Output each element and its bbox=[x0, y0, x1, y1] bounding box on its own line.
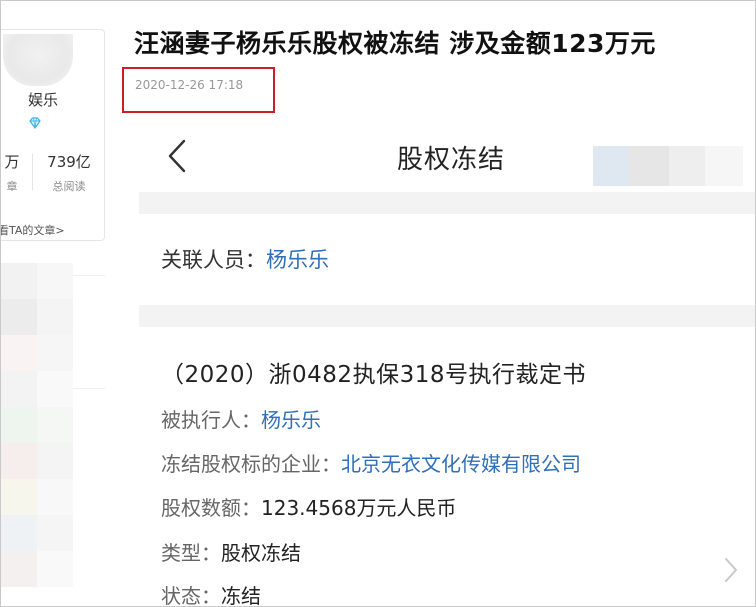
field-executed-person: 被执行人：杨乐乐 bbox=[161, 404, 321, 433]
phone-nav-title: 股权冻结 bbox=[397, 145, 506, 175]
field-label: 股权数额： bbox=[161, 496, 261, 520]
document-title: （2020）浙0482执保318号执行裁定书 bbox=[161, 362, 586, 388]
field-label: 冻结股权标的企业： bbox=[161, 452, 341, 476]
field-label: 类型： bbox=[161, 541, 221, 565]
field-equity-amount: 股权数额：123.4568万元人民币 bbox=[161, 492, 456, 521]
author-name[interactable]: 娱乐 bbox=[28, 89, 58, 110]
embedded-phone-screenshot: 股权冻结 关联人员：杨乐乐 （2020）浙0482执保318号执行裁定书 被执行… bbox=[139, 122, 755, 607]
stat-total-reads: 739亿 总阅读 bbox=[41, 151, 97, 194]
related-person-link[interactable]: 杨乐乐 bbox=[266, 248, 329, 272]
field-value: 123.4568万元人民币 bbox=[261, 496, 457, 520]
stat-articles-value: 万 bbox=[4, 153, 20, 171]
field-label: 被执行人： bbox=[161, 408, 261, 432]
blurred-nav-content bbox=[593, 146, 743, 186]
field-label: 状态： bbox=[161, 584, 221, 607]
stat-articles-label: 章 bbox=[6, 180, 18, 193]
back-arrow-icon[interactable] bbox=[165, 138, 191, 174]
article-headline: 汪涵妻子杨乐乐股权被冻结 涉及金额123万元 bbox=[134, 29, 656, 58]
author-sidebar: 娱乐 万 章 739亿 总阅读 看看TA的文章> bbox=[1, 1, 106, 606]
stat-articles: 万 章 bbox=[1, 151, 25, 194]
section-divider-band bbox=[139, 305, 755, 327]
executed-person-link[interactable]: 杨乐乐 bbox=[261, 408, 321, 432]
screenshot-frame: 娱乐 万 章 739亿 总阅读 看看TA的文章> bbox=[0, 0, 756, 607]
frozen-company-link[interactable]: 北京无衣文化传媒有限公司 bbox=[341, 452, 581, 476]
avatar[interactable] bbox=[3, 34, 73, 86]
field-type: 类型：股权冻结 bbox=[161, 537, 301, 566]
section-divider-band bbox=[139, 192, 755, 214]
phone-nav-bar: 股权冻结 bbox=[139, 122, 755, 192]
field-status: 状态：冻结 bbox=[161, 580, 261, 607]
field-value: 股权冻结 bbox=[221, 541, 301, 565]
stat-total-reads-value: 739亿 bbox=[47, 153, 91, 171]
blurred-content bbox=[1, 263, 73, 603]
diamond-icon bbox=[29, 117, 41, 130]
related-person-row: 关联人员：杨乐乐 bbox=[161, 244, 329, 274]
timestamp-highlight-box bbox=[122, 67, 275, 113]
stat-total-reads-label: 总阅读 bbox=[52, 180, 86, 193]
view-articles-link[interactable]: 看看TA的文章> bbox=[1, 222, 65, 238]
stat-divider bbox=[32, 154, 33, 190]
author-card: 娱乐 万 章 739亿 总阅读 看看TA的文章> bbox=[1, 29, 105, 241]
field-value: 冻结 bbox=[221, 584, 261, 607]
chevron-right-icon[interactable] bbox=[723, 556, 739, 584]
related-person-label: 关联人员： bbox=[161, 248, 266, 272]
field-frozen-company: 冻结股权标的企业：北京无衣文化传媒有限公司 bbox=[161, 448, 581, 477]
